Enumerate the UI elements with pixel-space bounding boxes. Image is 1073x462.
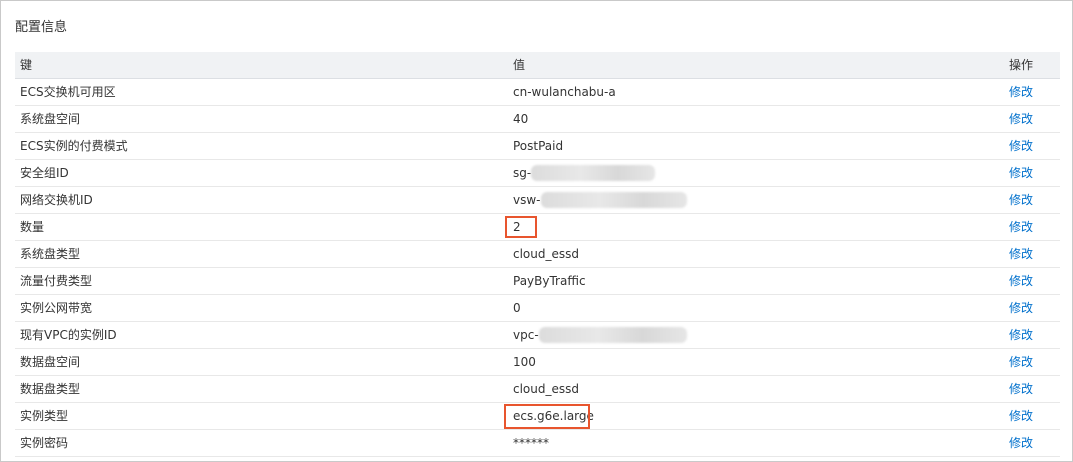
row-value: sg- bbox=[513, 160, 656, 186]
edit-link[interactable]: 修改 bbox=[1009, 106, 1033, 132]
table-row: ECS交换机可用区 cn-wulanchabu-a 修改 bbox=[15, 79, 1060, 106]
row-value-text: 40 bbox=[513, 112, 529, 126]
table-row: 数量 2 修改 bbox=[15, 214, 1060, 241]
edit-link[interactable]: 修改 bbox=[1009, 79, 1033, 105]
table-row: 系统盘空间 40 修改 bbox=[15, 106, 1060, 133]
row-value: cloud_essd bbox=[513, 376, 579, 402]
column-header-action: 操作 bbox=[1009, 58, 1034, 72]
table-row: ECS实例的付费模式 PostPaid 修改 bbox=[15, 133, 1060, 160]
row-key: 流量付费类型 bbox=[20, 274, 93, 288]
row-value-text: cn-wulanchabu-a bbox=[513, 85, 616, 99]
edit-link[interactable]: 修改 bbox=[1009, 268, 1033, 294]
row-key: 安全组ID bbox=[20, 166, 69, 180]
edit-link[interactable]: 修改 bbox=[1009, 133, 1033, 159]
row-value-text: 0 bbox=[513, 301, 521, 315]
row-key: 数量 bbox=[20, 220, 45, 234]
row-value-text: PayByTraffic bbox=[513, 274, 586, 288]
row-value: cloud_essd bbox=[513, 241, 579, 267]
table-row: 安全组ID sg- 修改 bbox=[15, 160, 1060, 187]
edit-link[interactable]: 修改 bbox=[1009, 214, 1033, 240]
column-header-key: 键 bbox=[20, 58, 33, 72]
table-row: 实例类型 ecs.g6e.large 修改 bbox=[15, 403, 1060, 430]
edit-link[interactable]: 修改 bbox=[1009, 376, 1033, 402]
row-value-text: vpc- bbox=[513, 328, 539, 342]
row-value: cn-wulanchabu-a bbox=[513, 79, 616, 105]
row-key: 实例类型 bbox=[20, 409, 69, 423]
row-value: 40 bbox=[513, 106, 528, 132]
row-value: vsw- bbox=[513, 187, 687, 213]
edit-link[interactable]: 修改 bbox=[1009, 349, 1033, 375]
row-value-text: PostPaid bbox=[513, 139, 564, 153]
row-key: ECS交换机可用区 bbox=[20, 85, 116, 99]
edit-link[interactable]: 修改 bbox=[1009, 295, 1033, 321]
table-row: 系统盘类型 cloud_essd 修改 bbox=[15, 241, 1060, 268]
row-key: 系统盘类型 bbox=[20, 247, 81, 261]
redacted-value bbox=[538, 326, 687, 343]
edit-link[interactable]: 修改 bbox=[1009, 241, 1033, 267]
row-value-text: cloud_essd bbox=[513, 382, 579, 396]
row-value-text: vsw- bbox=[513, 193, 541, 207]
table-row: 流量付费类型 PayByTraffic 修改 bbox=[15, 268, 1060, 295]
table-row: 现有VPC的实例ID vpc- 修改 bbox=[15, 322, 1060, 349]
config-panel: 配置信息 键 值 操作 ECS交换机可用区 cn-wulanchabu-a 修改… bbox=[0, 0, 1073, 462]
row-key: 数据盘空间 bbox=[20, 355, 81, 369]
row-key: 实例密码 bbox=[20, 436, 69, 450]
row-value: ****** bbox=[513, 430, 549, 456]
row-value-text: ecs.g6e.large bbox=[513, 409, 594, 423]
row-key: 实例公网带宽 bbox=[20, 301, 93, 315]
row-value-text: 2 bbox=[513, 220, 521, 234]
row-key: ECS实例的付费模式 bbox=[20, 139, 128, 153]
row-value: 100 bbox=[513, 349, 536, 375]
column-header-value: 值 bbox=[513, 58, 526, 72]
edit-link[interactable]: 修改 bbox=[1009, 160, 1033, 186]
redacted-value bbox=[540, 191, 687, 208]
panel-title: 配置信息 bbox=[15, 20, 68, 35]
row-value: PayByTraffic bbox=[513, 268, 586, 294]
row-key: 数据盘类型 bbox=[20, 382, 81, 396]
table-row: 数据盘空间 100 修改 bbox=[15, 349, 1060, 376]
row-value: ecs.g6e.large bbox=[513, 403, 594, 429]
config-table: 键 值 操作 ECS交换机可用区 cn-wulanchabu-a 修改 系统盘空… bbox=[15, 52, 1060, 457]
table-row: 实例密码 ****** 修改 bbox=[15, 430, 1060, 457]
row-key: 系统盘空间 bbox=[20, 112, 81, 126]
edit-link[interactable]: 修改 bbox=[1009, 187, 1033, 213]
row-value: 0 bbox=[513, 295, 521, 321]
edit-link[interactable]: 修改 bbox=[1009, 322, 1033, 348]
row-key: 现有VPC的实例ID bbox=[20, 328, 117, 342]
table-row: 网络交换机ID vsw- 修改 bbox=[15, 187, 1060, 214]
row-value: vpc- bbox=[513, 322, 687, 348]
table-row: 实例公网带宽 0 修改 bbox=[15, 295, 1060, 322]
row-value-text: cloud_essd bbox=[513, 247, 579, 261]
row-value-text: ****** bbox=[513, 436, 549, 450]
row-value: 2 bbox=[513, 214, 521, 240]
row-value-text: sg- bbox=[513, 166, 532, 180]
table-row: 数据盘类型 cloud_essd 修改 bbox=[15, 376, 1060, 403]
table-header: 键 值 操作 bbox=[15, 52, 1060, 79]
edit-link[interactable]: 修改 bbox=[1009, 430, 1033, 456]
row-value: PostPaid bbox=[513, 133, 563, 159]
row-key: 网络交换机ID bbox=[20, 193, 93, 207]
row-value-text: 100 bbox=[513, 355, 536, 369]
edit-link[interactable]: 修改 bbox=[1009, 403, 1033, 429]
redacted-value bbox=[531, 164, 656, 181]
